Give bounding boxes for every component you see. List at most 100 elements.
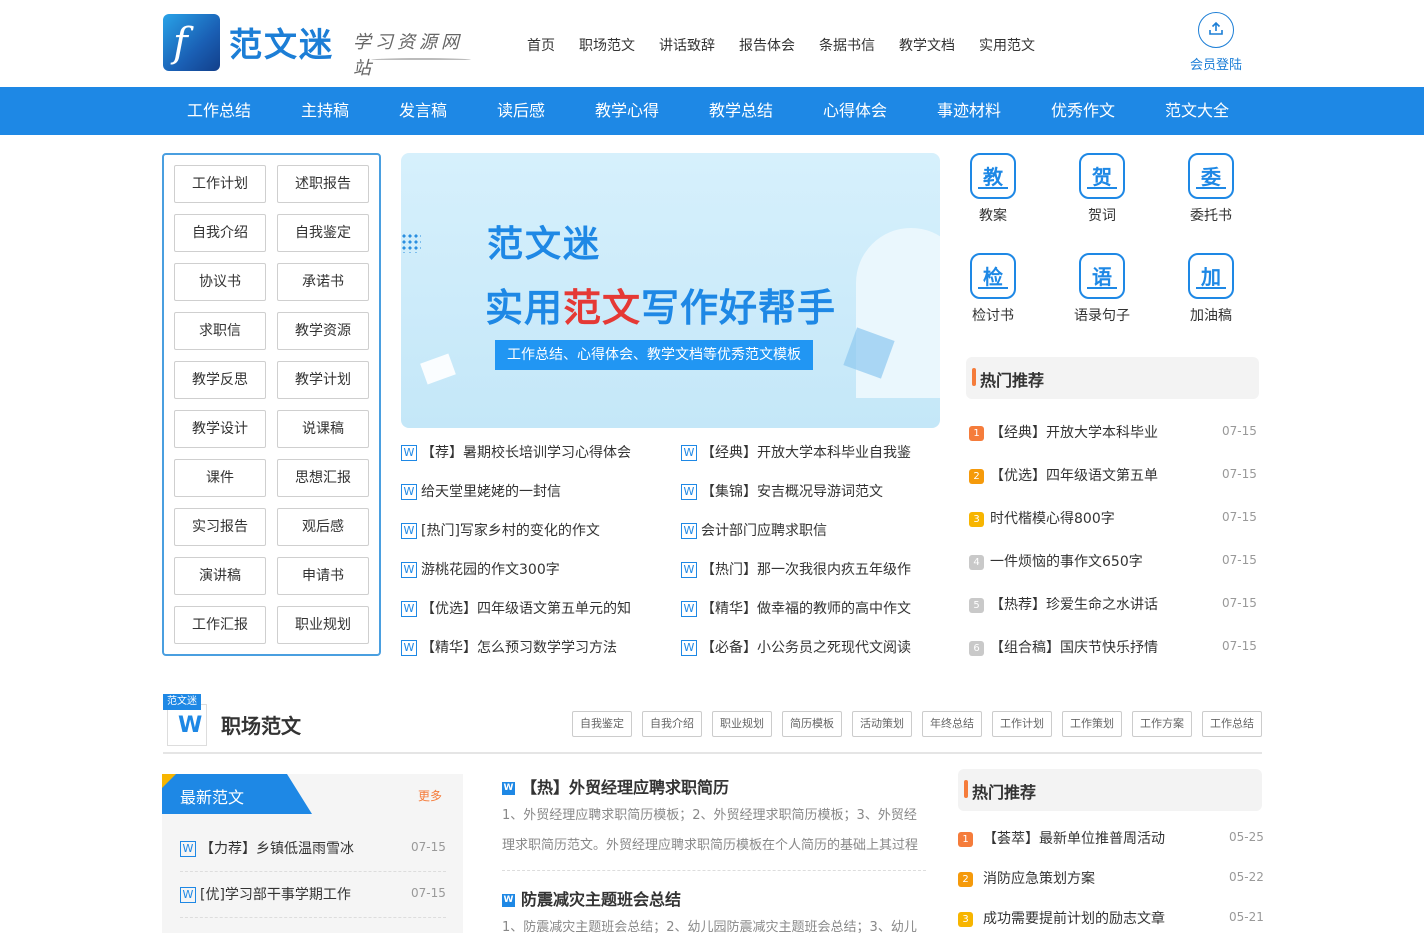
article-link[interactable]: W 【荐】暑期校长培训学习心得体会 xyxy=(401,442,631,464)
category-nav-item[interactable]: 事迹材料 xyxy=(937,87,1001,135)
article-title: [热门]写家乡村的变化的作文 xyxy=(421,523,600,539)
category-button[interactable]: 职业规划 xyxy=(277,606,369,644)
category-button[interactable]: 思想汇报 xyxy=(277,459,369,497)
hot-recommend-header-2: 热门推荐 xyxy=(958,769,1262,811)
top-nav-practical[interactable]: 实用范文 xyxy=(979,35,1035,55)
article-link[interactable]: W 给天堂里姥姥的一封信 xyxy=(401,481,561,503)
workplace-tag[interactable]: 年终总结 xyxy=(922,711,982,737)
hot-item[interactable]: 3 时代楷模心得800字 xyxy=(969,508,1115,528)
category-button[interactable]: 申请书 xyxy=(277,557,369,595)
category-button[interactable]: 承诺书 xyxy=(277,263,369,301)
hot-item[interactable]: 3 成功需要提前计划的励志文章 xyxy=(958,908,1165,928)
hot-item[interactable]: 2 【优选】四年级语文第五单 xyxy=(969,465,1158,485)
article-link[interactable]: W 【精华】怎么预习数学学习方法 xyxy=(401,637,617,659)
top-nav-workplace[interactable]: 职场范文 xyxy=(579,35,635,55)
quick-category-检讨书[interactable]: 检检讨书 xyxy=(953,253,1033,325)
quick-category-教案[interactable]: 教教案 xyxy=(953,153,1033,225)
featured-article-title[interactable]: W 【热】外贸经理应聘求职简历 xyxy=(502,774,729,798)
category-button[interactable]: 教学计划 xyxy=(277,361,369,399)
category-button[interactable]: 求职信 xyxy=(174,312,266,350)
article-link[interactable]: W 【优选】四年级语文第五单元的知 xyxy=(401,598,631,620)
workplace-tag[interactable]: 活动策划 xyxy=(852,711,912,737)
workplace-section-title: 职场范文 xyxy=(221,714,301,738)
site-logo[interactable]: f 范文迷 学习资源网站 xyxy=(163,14,483,79)
top-nav-letters[interactable]: 条据书信 xyxy=(819,35,875,55)
workplace-tag[interactable]: 简历模板 xyxy=(782,711,842,737)
category-button[interactable]: 协议书 xyxy=(174,263,266,301)
article-link[interactable]: W 会计部门应聘求职信 xyxy=(681,520,827,542)
category-nav-item[interactable]: 主持稿 xyxy=(301,87,349,135)
logo-slogan: 学习资源网站 xyxy=(353,32,463,79)
hot-item[interactable]: 2 消防应急策划方案 xyxy=(958,868,1095,888)
workplace-tag[interactable]: 自我介绍 xyxy=(642,711,702,737)
category-button[interactable]: 教学设计 xyxy=(174,410,266,448)
workplace-tag[interactable]: 职业规划 xyxy=(712,711,772,737)
top-nav-speech[interactable]: 讲话致辞 xyxy=(659,35,715,55)
category-button[interactable]: 教学反思 xyxy=(174,361,266,399)
promo-banner[interactable]: 范文迷 实用范文写作好帮手 工作总结、心得体会、教学文档等优秀范文模板 xyxy=(401,153,940,428)
workplace-tag[interactable]: 工作总结 xyxy=(1202,711,1262,737)
hot-item[interactable]: 6 【组合稿】国庆节快乐抒情 xyxy=(969,637,1158,657)
top-nav-home[interactable]: 首页 xyxy=(527,35,555,55)
article-link[interactable]: W 【经典】开放大学本科毕业自我鉴 xyxy=(681,442,911,464)
category-button[interactable]: 演讲稿 xyxy=(174,557,266,595)
hot-item[interactable]: 1 【经典】开放大学本科毕业 xyxy=(969,422,1158,442)
category-nav-item[interactable]: 优秀作文 xyxy=(1051,87,1115,135)
article-link[interactable]: W 游桃花园的作文300字 xyxy=(401,559,560,581)
workplace-tag[interactable]: 工作计划 xyxy=(992,711,1052,737)
hot-item-date: 07-15 xyxy=(1222,639,1257,653)
workplace-tag[interactable]: 工作方案 xyxy=(1132,711,1192,737)
rank-badge: 3 xyxy=(958,911,973,927)
category-button[interactable]: 实习报告 xyxy=(174,508,266,546)
hot-item-title: 【荟萃】最新单位推普周活动 xyxy=(983,831,1165,847)
article-link[interactable]: W 【集锦】安吉概况导游词范文 xyxy=(681,481,883,503)
hot-item-title: 时代楷模心得800字 xyxy=(990,511,1115,527)
article-link[interactable]: W [热门]写家乡村的变化的作文 xyxy=(401,520,600,542)
login-button[interactable]: 会员登陆 xyxy=(1186,12,1246,73)
top-nav: 首页 职场范文 讲话致辞 报告体会 条据书信 教学文档 实用范文 xyxy=(527,35,1059,55)
hot-item[interactable]: 5 【热荐】珍爱生命之水讲话 xyxy=(969,594,1158,614)
article-link[interactable]: W 【精华】做幸福的教师的高中作文 xyxy=(681,598,911,620)
newest-corner-mark xyxy=(162,774,176,788)
category-nav-item[interactable]: 心得体会 xyxy=(823,87,887,135)
hot-item[interactable]: 4 一件烦恼的事作文650字 xyxy=(969,551,1143,571)
category-nav-item[interactable]: 教学总结 xyxy=(709,87,773,135)
book-icon: 委 xyxy=(1188,153,1234,199)
category-button[interactable]: 教学资源 xyxy=(277,312,369,350)
article-link[interactable]: W 【必备】小公务员之死现代文阅读 xyxy=(681,637,911,659)
newest-more-link[interactable]: 更多 xyxy=(418,787,442,804)
workplace-tag[interactable]: 自我鉴定 xyxy=(572,711,632,737)
quick-category-贺词[interactable]: 贺贺词 xyxy=(1062,153,1142,225)
category-nav-bar: 工作总结 主持稿 发言稿 读后感 教学心得 教学总结 心得体会 事迹材料 优秀作文 范文大全 xyxy=(0,87,1424,135)
category-button[interactable]: 课件 xyxy=(174,459,266,497)
quick-category-委托书[interactable]: 委委托书 xyxy=(1171,153,1251,225)
article-link[interactable]: W 【热门】那一次我很内疚五年级作 xyxy=(681,559,911,581)
quick-category-加油稿[interactable]: 加加油稿 xyxy=(1171,253,1251,325)
category-nav-item[interactable]: 读后感 xyxy=(497,87,545,135)
featured-article-title[interactable]: W 防震减灾主题班会总结 xyxy=(502,886,681,910)
hot-item[interactable]: 1 【荟萃】最新单位推普周活动 xyxy=(958,828,1165,848)
top-nav-teaching[interactable]: 教学文档 xyxy=(899,35,955,55)
article-title: 【集锦】安吉概况导游词范文 xyxy=(701,484,883,500)
top-nav-report[interactable]: 报告体会 xyxy=(739,35,795,55)
category-button[interactable]: 说课稿 xyxy=(277,410,369,448)
hot-item-date: 05-21 xyxy=(1229,910,1264,924)
category-nav-item[interactable]: 教学心得 xyxy=(595,87,659,135)
category-button[interactable]: 观后感 xyxy=(277,508,369,546)
workplace-tag[interactable]: 工作策划 xyxy=(1062,711,1122,737)
category-button[interactable]: 述职报告 xyxy=(277,165,369,203)
newest-item[interactable]: W [优]学习部干事学期工作 07-15 xyxy=(180,874,446,918)
category-button[interactable]: 自我鉴定 xyxy=(277,214,369,252)
category-nav-item[interactable]: 工作总结 xyxy=(187,87,251,135)
category-button[interactable]: 工作计划 xyxy=(174,165,266,203)
category-box: 工作计划 述职报告 自我介绍 自我鉴定 协议书 承诺书 求职信 教学资源 教学反思 教学计划 教学设… xyxy=(162,153,381,656)
newest-item[interactable]: W 【力荐】乡镇低温雨雪冰 07-15 xyxy=(180,828,446,872)
category-nav-item[interactable]: 范文大全 xyxy=(1165,87,1229,135)
category-nav-item[interactable]: 发言稿 xyxy=(399,87,447,135)
article-title: 【热门】那一次我很内疚五年级作 xyxy=(701,562,911,578)
hot-item-title: 【经典】开放大学本科毕业 xyxy=(990,425,1158,441)
quick-category-语录句子[interactable]: 语语录句子 xyxy=(1062,253,1142,325)
category-button[interactable]: 工作汇报 xyxy=(174,606,266,644)
category-button[interactable]: 自我介绍 xyxy=(174,214,266,252)
word-doc-icon: W xyxy=(681,601,697,617)
